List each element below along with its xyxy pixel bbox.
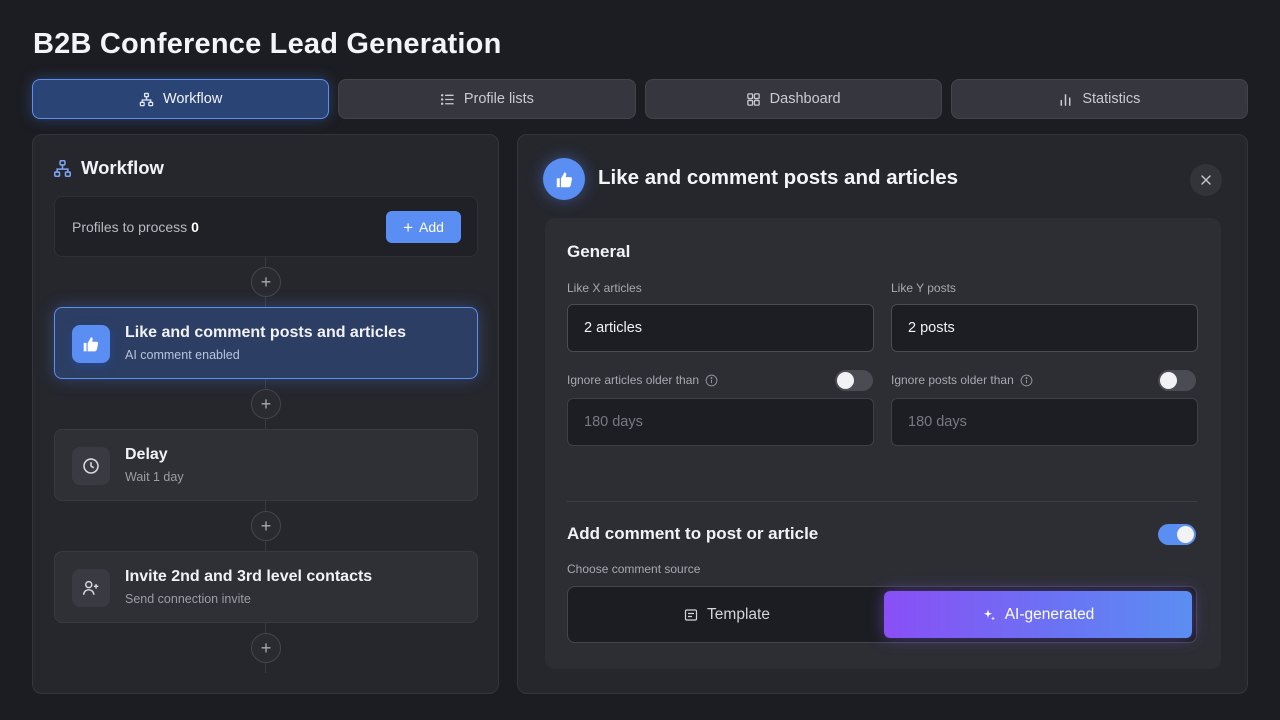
page-title: B2B Conference Lead Generation <box>33 28 502 60</box>
toggle-knob <box>837 372 854 389</box>
workflow-title: Workflow <box>81 157 164 178</box>
tab-bar: Workflow Profile lists Dashboard Statist… <box>32 79 1248 119</box>
user-plus-icon <box>82 580 99 595</box>
plus-icon: + <box>403 217 413 237</box>
ignore-articles-label-text: Ignore articles older than <box>567 373 700 387</box>
like-articles-input[interactable]: 2 articles <box>567 304 874 352</box>
like-posts-input[interactable]: 2 posts <box>891 304 1198 352</box>
ignore-articles-input[interactable]: 180 days <box>567 398 874 446</box>
source-option-ai-generated[interactable]: AI-generated <box>884 591 1192 638</box>
step-invite-contacts[interactable]: Invite 2nd and 3rd level contacts Send c… <box>54 551 478 623</box>
step-title: Like and comment posts and articles <box>125 324 406 341</box>
tab-label: Profile lists <box>463 91 534 107</box>
step-icon-box <box>72 569 110 607</box>
step-subtitle: Wait 1 day <box>125 470 184 484</box>
step-delay[interactable]: Delay Wait 1 day <box>54 429 478 501</box>
source-option-template[interactable]: Template <box>572 591 882 638</box>
comment-source-selector: Template AI-generated <box>567 586 1197 643</box>
step-subtitle: Send connection invite <box>125 592 251 606</box>
source-option-label: Template <box>707 605 770 623</box>
like-articles-label: Like X articles <box>567 281 642 295</box>
toggle-knob <box>1160 372 1177 389</box>
ignore-posts-input[interactable]: 180 days <box>891 398 1198 446</box>
add-label: Add <box>419 219 444 235</box>
comment-section-title: Add comment to post or article <box>567 524 819 543</box>
step-icon-box <box>72 325 110 363</box>
template-icon <box>684 608 698 621</box>
tab-dashboard[interactable]: Dashboard <box>644 79 942 119</box>
tab-label: Workflow <box>162 91 223 107</box>
tab-label: Statistics <box>1082 91 1141 107</box>
workflow-header: Workflow <box>53 157 164 179</box>
step-title: Delay <box>125 446 168 463</box>
add-step-button[interactable]: + <box>251 633 281 663</box>
workflow-icon <box>139 92 154 106</box>
grid-icon <box>746 92 760 106</box>
step-detail-panel: Like and comment posts and articles Gene… <box>517 134 1248 694</box>
general-section-title: General <box>567 242 631 261</box>
ignore-articles-toggle[interactable] <box>835 370 873 391</box>
source-option-label: AI-generated <box>1004 605 1095 623</box>
thumbs-up-icon <box>83 337 99 352</box>
add-profiles-button[interactable]: + Add <box>386 211 461 243</box>
info-icon[interactable] <box>705 374 718 387</box>
info-icon[interactable] <box>1020 374 1033 387</box>
tab-label: Dashboard <box>769 91 841 107</box>
detail-title: Like and comment posts and articles <box>598 166 958 189</box>
add-step-button[interactable]: + <box>251 511 281 541</box>
tab-workflow[interactable]: Workflow <box>32 79 330 119</box>
step-like-comment[interactable]: Like and comment posts and articles AI c… <box>54 307 478 379</box>
tab-statistics[interactable]: Statistics <box>950 79 1248 119</box>
ignore-articles-label: Ignore articles older than <box>567 373 718 387</box>
step-subtitle: AI comment enabled <box>125 348 240 362</box>
list-icon <box>440 93 454 105</box>
thumbs-up-icon <box>556 171 572 187</box>
profiles-count: 0 <box>191 219 199 235</box>
section-divider <box>567 501 1197 502</box>
bar-chart-icon <box>1060 93 1071 106</box>
workflow-panel: Workflow Profiles to process 0 + Add + Li… <box>32 134 499 694</box>
close-icon <box>1201 175 1211 185</box>
toggle-knob <box>1177 526 1194 543</box>
tab-profile-lists[interactable]: Profile lists <box>338 79 636 119</box>
step-title: Invite 2nd and 3rd level contacts <box>125 568 373 585</box>
settings-card: General Like X articles 2 articles Like … <box>545 218 1221 669</box>
add-step-button[interactable]: + <box>251 267 281 297</box>
step-icon-box <box>72 447 110 485</box>
ignore-posts-toggle[interactable] <box>1158 370 1196 391</box>
comment-source-label: Choose comment source <box>567 562 701 576</box>
sparkle-icon <box>983 609 995 620</box>
add-comment-toggle[interactable] <box>1158 524 1196 545</box>
profiles-to-process: Profiles to process 0 + Add <box>54 196 478 257</box>
add-step-button[interactable]: + <box>251 389 281 419</box>
close-button[interactable] <box>1190 164 1222 196</box>
clock-icon <box>83 458 99 474</box>
step-icon-badge <box>543 158 585 200</box>
ignore-posts-label: Ignore posts older than <box>891 373 1033 387</box>
like-posts-label: Like Y posts <box>891 281 956 295</box>
profiles-label-text: Profiles to process <box>72 219 188 235</box>
profiles-label: Profiles to process 0 <box>72 219 199 235</box>
workflow-icon <box>54 159 71 177</box>
ignore-posts-label-text: Ignore posts older than <box>891 373 1014 387</box>
